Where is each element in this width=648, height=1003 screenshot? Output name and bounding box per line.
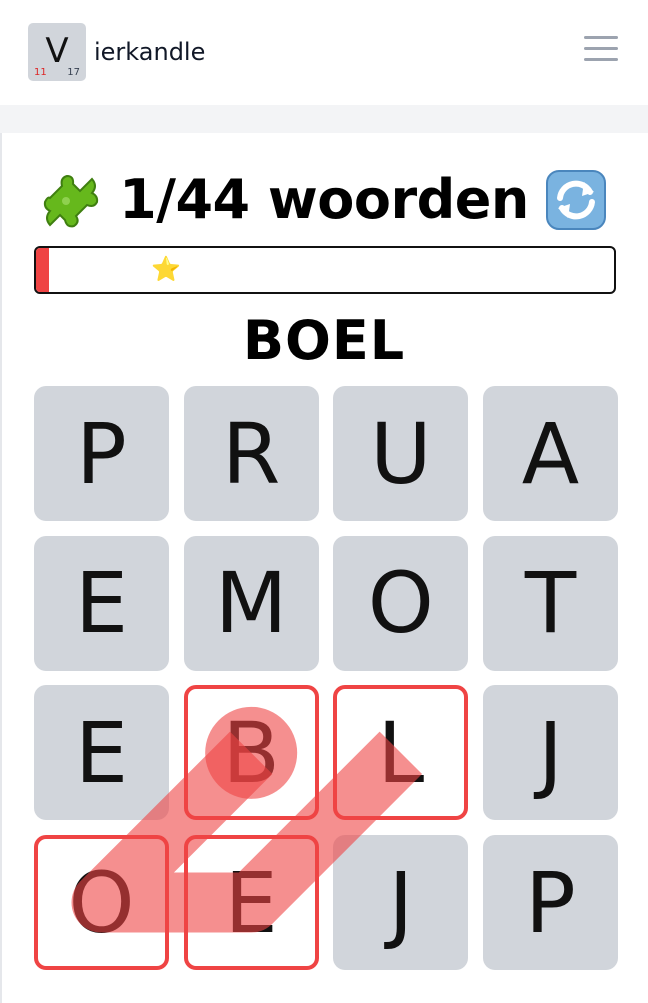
letter-tile[interactable]: B — [183, 685, 319, 821]
tile-letter: B — [222, 703, 280, 802]
letter-tile[interactable]: J — [483, 685, 618, 821]
refresh-icon[interactable] — [544, 168, 608, 232]
letter-tile[interactable]: E — [34, 535, 169, 671]
tile-letter: T — [524, 554, 577, 653]
tile-letter: P — [76, 404, 127, 503]
hamburger-menu-icon[interactable] — [584, 36, 618, 66]
logo-number-right: 17 — [67, 67, 80, 78]
letter-tile[interactable]: T — [483, 535, 618, 671]
star-icon: ⭐ — [151, 255, 181, 283]
letter-tile[interactable]: R — [183, 386, 319, 521]
puzzle-piece-icon — [43, 174, 99, 228]
tile-letter: E — [224, 853, 278, 952]
tile-letter: E — [74, 703, 129, 802]
menu-line — [584, 47, 618, 50]
tile-letter: U — [370, 404, 432, 503]
current-word: BOEL — [242, 309, 406, 372]
app-title: ierkandle — [94, 38, 206, 66]
letter-grid: PRUAEMOTEBLJOEJP — [34, 386, 618, 970]
letter-tile[interactable]: P — [34, 386, 169, 521]
letter-tile[interactable]: P — [483, 835, 618, 970]
tile-letter: M — [214, 554, 288, 653]
tile-letter: J — [538, 703, 563, 802]
tile-letter: P — [525, 853, 576, 952]
logo-letter: V — [45, 31, 69, 71]
letter-tile[interactable]: L — [333, 685, 469, 821]
progress-fill — [36, 248, 50, 292]
tile-letter: J — [388, 853, 414, 952]
letter-tile[interactable]: U — [333, 386, 469, 521]
score-row: 1/44 woorden — [0, 165, 648, 241]
letter-tile[interactable]: O — [333, 535, 469, 671]
tile-letter: A — [521, 404, 580, 503]
progress-bar: ⭐ — [34, 246, 616, 294]
app-logo[interactable]: V 11 17 — [28, 23, 86, 81]
letter-tile[interactable]: E — [183, 835, 319, 970]
logo-number-left: 11 — [34, 67, 47, 78]
tile-letter: R — [221, 404, 281, 503]
tile-letter: O — [367, 554, 434, 653]
tile-letter: O — [68, 853, 135, 952]
letter-tile[interactable]: A — [483, 386, 618, 521]
header-divider — [0, 105, 648, 133]
word-count: 1/44 woorden — [119, 168, 529, 231]
menu-line — [584, 58, 618, 61]
letter-tile[interactable]: E — [34, 685, 169, 821]
letter-tile[interactable]: J — [333, 835, 469, 970]
tile-letter: L — [377, 703, 425, 802]
top-bar: V 11 17 ierkandle — [0, 0, 648, 105]
letter-tile[interactable]: M — [183, 535, 319, 671]
letter-tile[interactable]: O — [34, 835, 169, 970]
menu-line — [584, 36, 618, 39]
tile-letter: E — [74, 554, 129, 653]
